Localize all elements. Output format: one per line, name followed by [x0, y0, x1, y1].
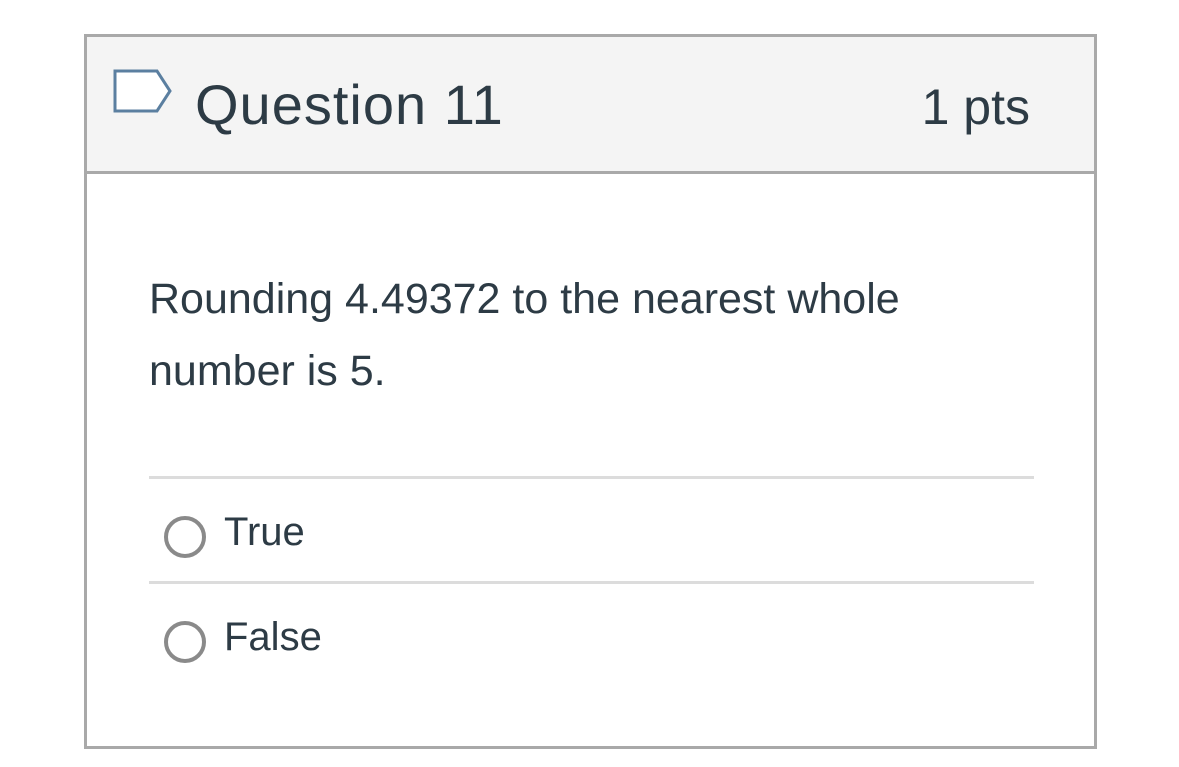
answer-list: True False	[149, 476, 1034, 686]
question-header: Question 11 1 pts	[87, 37, 1094, 174]
radio-false[interactable]	[164, 621, 206, 663]
question-text: Rounding 4.49372 to the nearest whole nu…	[149, 275, 900, 395]
answer-label-true[interactable]: True	[224, 507, 305, 557]
question-card: Question 11 1 pts Rounding 4.49372 to th…	[84, 34, 1097, 749]
answer-option-false[interactable]: False	[149, 581, 1034, 686]
radio-true[interactable]	[164, 516, 206, 558]
answer-option-true[interactable]: True	[149, 476, 1034, 581]
question-points: 1 pts	[921, 79, 1030, 135]
bookmark-flag-icon[interactable]	[111, 67, 175, 121]
question-title: Question 11	[195, 73, 504, 136]
answer-label-false[interactable]: False	[224, 612, 322, 662]
